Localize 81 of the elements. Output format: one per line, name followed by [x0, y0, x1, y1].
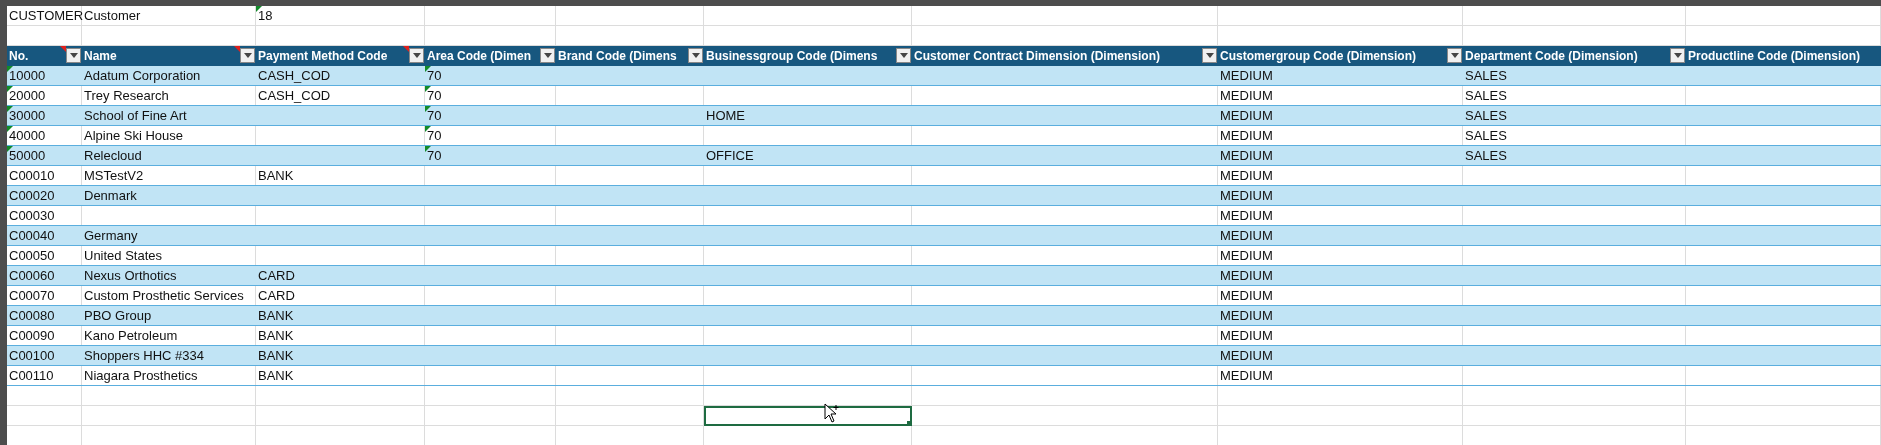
table-cell: BANK [258, 308, 294, 323]
table-cell: C00030 [9, 208, 55, 223]
table-cell: Nexus Orthotics [84, 268, 177, 283]
table-cell: MEDIUM [1220, 368, 1273, 383]
table-cell: SALES [1465, 128, 1507, 143]
table-cell: 40000 [9, 128, 46, 143]
table-cell: 70 [427, 148, 442, 163]
table-cell: MEDIUM [1220, 148, 1273, 163]
table-cell: C00020 [9, 188, 55, 203]
column-title: Department Code (Dimension) [1465, 49, 1638, 63]
table-cell: Adatum Corporation [84, 68, 201, 83]
table-cell: CARD [258, 288, 295, 303]
table-cell: C00040 [9, 228, 55, 243]
table-cell: MEDIUM [1220, 88, 1273, 103]
table-cell: 20000 [9, 88, 46, 103]
column-title: No. [9, 49, 29, 63]
table-cell: 70 [427, 108, 442, 123]
column-title: Payment Method Code [258, 49, 388, 63]
table-cell: SALES [1465, 68, 1507, 83]
table-cell: MEDIUM [1220, 188, 1273, 203]
column-title: Customergroup Code (Dimension) [1220, 49, 1416, 63]
table-cell: MEDIUM [1220, 108, 1273, 123]
table-cell: MEDIUM [1220, 288, 1273, 303]
column-title: Name [84, 49, 117, 63]
table-cell: BANK [258, 368, 294, 383]
table-cell: C00070 [9, 288, 55, 303]
table-cell: 30000 [9, 108, 46, 123]
table-cell: SALES [1465, 88, 1507, 103]
cell-text: 18 [258, 8, 273, 23]
cell-text: CUSTOMER [9, 8, 84, 23]
table-cell: PBO Group [84, 308, 152, 323]
table-cell: C00060 [9, 268, 55, 283]
table-cell: C00090 [9, 328, 55, 343]
table-cell: Denmark [84, 188, 137, 203]
table-cell: OFFICE [706, 148, 754, 163]
table-cell: Alpine Ski House [84, 128, 183, 143]
table-cell: MEDIUM [1220, 128, 1273, 143]
table-cell: MEDIUM [1220, 348, 1273, 363]
table-cell: BANK [258, 348, 294, 363]
column-title: Productline Code (Dimension) [1688, 49, 1860, 63]
table-cell: MEDIUM [1220, 168, 1273, 183]
table-cell: MEDIUM [1220, 268, 1273, 283]
table-cell: CARD [258, 268, 295, 283]
table-cell: United States [84, 248, 163, 263]
table-cell: MEDIUM [1220, 308, 1273, 323]
table-cell: C00010 [9, 168, 55, 183]
table-cell: SALES [1465, 148, 1507, 163]
table-cell: BANK [258, 168, 294, 183]
table-cell: MSTestV2 [84, 168, 144, 183]
column-title: Businessgroup Code (Dimens [706, 49, 878, 63]
table-cell: MEDIUM [1220, 328, 1273, 343]
table-cell: BANK [258, 328, 294, 343]
table-cell: CASH_COD [258, 68, 331, 83]
table-cell: Shoppers HHC #334 [84, 348, 204, 363]
table-cell: C00080 [9, 308, 55, 323]
table-cell: Trey Research [84, 88, 169, 103]
table-cell: 70 [427, 128, 442, 143]
cell-text: Customer [84, 8, 141, 23]
table-cell: MEDIUM [1220, 228, 1273, 243]
column-title: Area Code (Dimen [427, 49, 532, 63]
table-cell: Kano Petroleum [84, 328, 178, 343]
table-cell: MEDIUM [1220, 248, 1273, 263]
table-cell: MEDIUM [1220, 68, 1273, 83]
column-title: Customer Contract Dimension (Dimension) [914, 49, 1161, 63]
table-cell: Relecloud [84, 148, 142, 163]
table-cell: Niagara Prosthetics [84, 368, 198, 383]
table-cell: C00100 [9, 348, 55, 363]
table-cell: 50000 [9, 148, 46, 163]
table-cell: 70 [427, 68, 442, 83]
table-cell: C00110 [9, 368, 54, 383]
table-cell: CASH_COD [258, 88, 331, 103]
table-cell: Custom Prosthetic Services [84, 288, 244, 303]
column-title: Brand Code (Dimens [558, 49, 677, 63]
table-cell: 70 [427, 88, 442, 103]
table-cell: School of Fine Art [84, 108, 187, 123]
table-cell: HOME [706, 108, 745, 123]
table-cell: 10000 [9, 68, 46, 83]
table-cell: MEDIUM [1220, 208, 1273, 223]
table-cell: Germany [84, 228, 138, 243]
table-cell: SALES [1465, 108, 1507, 123]
table-cell: C00050 [9, 248, 55, 263]
